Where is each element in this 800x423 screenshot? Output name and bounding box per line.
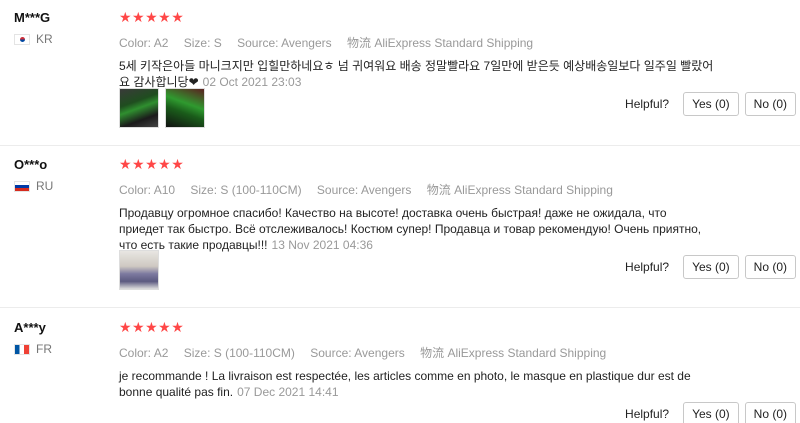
shipping-value: AliExpress Standard Shipping (374, 36, 534, 50)
review-item: O***o RU ★★★★★ Color: A10 Size: S (100-1… (0, 146, 800, 308)
review-photos (119, 250, 159, 290)
review-photos (119, 88, 205, 128)
helpful-label: Helpful? (625, 407, 670, 421)
review-date: 02 Oct 2021 23:03 (202, 75, 302, 89)
size-label: Size: (183, 346, 211, 360)
reviewer-name: M***G (14, 10, 51, 25)
reviewer-info: M***G KR (14, 10, 114, 46)
review-text: 5세 키작은아들 마니크지만 입힐만하네요ㅎ 넘 귀여워요 배송 정말빨라요 7… (119, 58, 714, 90)
star-rating: ★★★★★ (119, 319, 185, 335)
shipping-value: AliExpress Standard Shipping (454, 183, 613, 197)
size-label: Size: (183, 36, 211, 50)
shipping-value: AliExpress Standard Shipping (447, 346, 607, 360)
source-value: Avengers (281, 36, 332, 50)
review-content: Продавцу огромное спасибо! Качество на в… (119, 206, 702, 252)
review-photo-thumbnail[interactable] (165, 88, 205, 128)
country-code: FR (36, 342, 52, 356)
star-rating: ★★★★★ (119, 9, 185, 25)
review-date: 07 Dec 2021 14:41 (237, 385, 339, 399)
france-flag-icon (14, 343, 30, 355)
review-attributes: Color: A2 Size: S (100-110CM) Source: Av… (119, 344, 719, 360)
source-label: Source: (237, 36, 279, 50)
russia-flag-icon (14, 180, 30, 192)
source-label: Source: (310, 346, 352, 360)
reviewer-info: A***y FR (14, 320, 114, 356)
color-value: A2 (153, 36, 169, 50)
review-body: ★★★★★ Color: A10 Size: S (100-110CM) Sou… (119, 156, 719, 253)
color-value: A2 (153, 346, 169, 360)
country-code: RU (36, 179, 54, 193)
color-value: A10 (153, 183, 176, 197)
reviewer-country: RU (14, 179, 114, 193)
korea-flag-icon (14, 33, 30, 45)
review-attributes: Color: A2 Size: S Source: Avengers 物流 Al… (119, 34, 719, 50)
reviewer-country: FR (14, 342, 114, 356)
review-photo-thumbnail[interactable] (119, 88, 159, 128)
helpful-no-button[interactable]: No (0) (744, 402, 796, 423)
review-body: ★★★★★ Color: A2 Size: S Source: Avengers… (119, 9, 719, 90)
reviewer-name: O***o (14, 157, 48, 172)
helpful-yes-button[interactable]: Yes (0) (683, 92, 739, 116)
review-item: M***G KR ★★★★★ Color: A2 Size: S Source:… (0, 0, 800, 146)
helpful-controls: Helpful? Yes (0) No (0) (625, 255, 796, 279)
color-label: Color: (119, 183, 152, 197)
helpful-controls: Helpful? Yes (0) No (0) (625, 402, 796, 423)
review-photo-thumbnail[interactable] (119, 250, 159, 290)
shipping-label: 物流 (346, 36, 371, 50)
shipping-label: 物流 (426, 183, 451, 197)
review-date: 13 Nov 2021 04:36 (271, 238, 373, 252)
source-value: Avengers (360, 183, 412, 197)
country-code: KR (36, 32, 53, 46)
helpful-label: Helpful? (625, 97, 670, 111)
size-label: Size: (190, 183, 218, 197)
review-text: Продавцу огромное спасибо! Качество на в… (119, 205, 709, 253)
size-value: S (100-110CM) (220, 183, 302, 197)
review-content: je recommande ! La livraison est respect… (119, 369, 691, 399)
helpful-controls: Helpful? Yes (0) No (0) (625, 92, 796, 116)
helpful-yes-button[interactable]: Yes (0) (683, 402, 739, 423)
color-label: Color: (119, 346, 152, 360)
reviewer-name: A***y (14, 320, 46, 335)
source-value: Avengers (354, 346, 405, 360)
size-value: S (213, 36, 222, 50)
reviewer-info: O***o RU (14, 157, 114, 193)
star-rating: ★★★★★ (119, 156, 185, 172)
review-attributes: Color: A10 Size: S (100-110CM) Source: A… (119, 181, 719, 197)
reviewer-country: KR (14, 32, 114, 46)
review-body: ★★★★★ Color: A2 Size: S (100-110CM) Sour… (119, 319, 719, 400)
review-item: A***y FR ★★★★★ Color: A2 Size: S (100-11… (0, 308, 800, 423)
helpful-yes-button[interactable]: Yes (0) (683, 255, 739, 279)
helpful-no-button[interactable]: No (0) (744, 92, 796, 116)
helpful-no-button[interactable]: No (0) (744, 255, 796, 279)
size-value: S (100-110CM) (213, 346, 295, 360)
source-label: Source: (316, 183, 359, 197)
review-text: je recommande ! La livraison est respect… (119, 368, 704, 400)
color-label: Color: (119, 36, 152, 50)
shipping-label: 物流 (420, 346, 445, 360)
helpful-label: Helpful? (625, 260, 670, 274)
